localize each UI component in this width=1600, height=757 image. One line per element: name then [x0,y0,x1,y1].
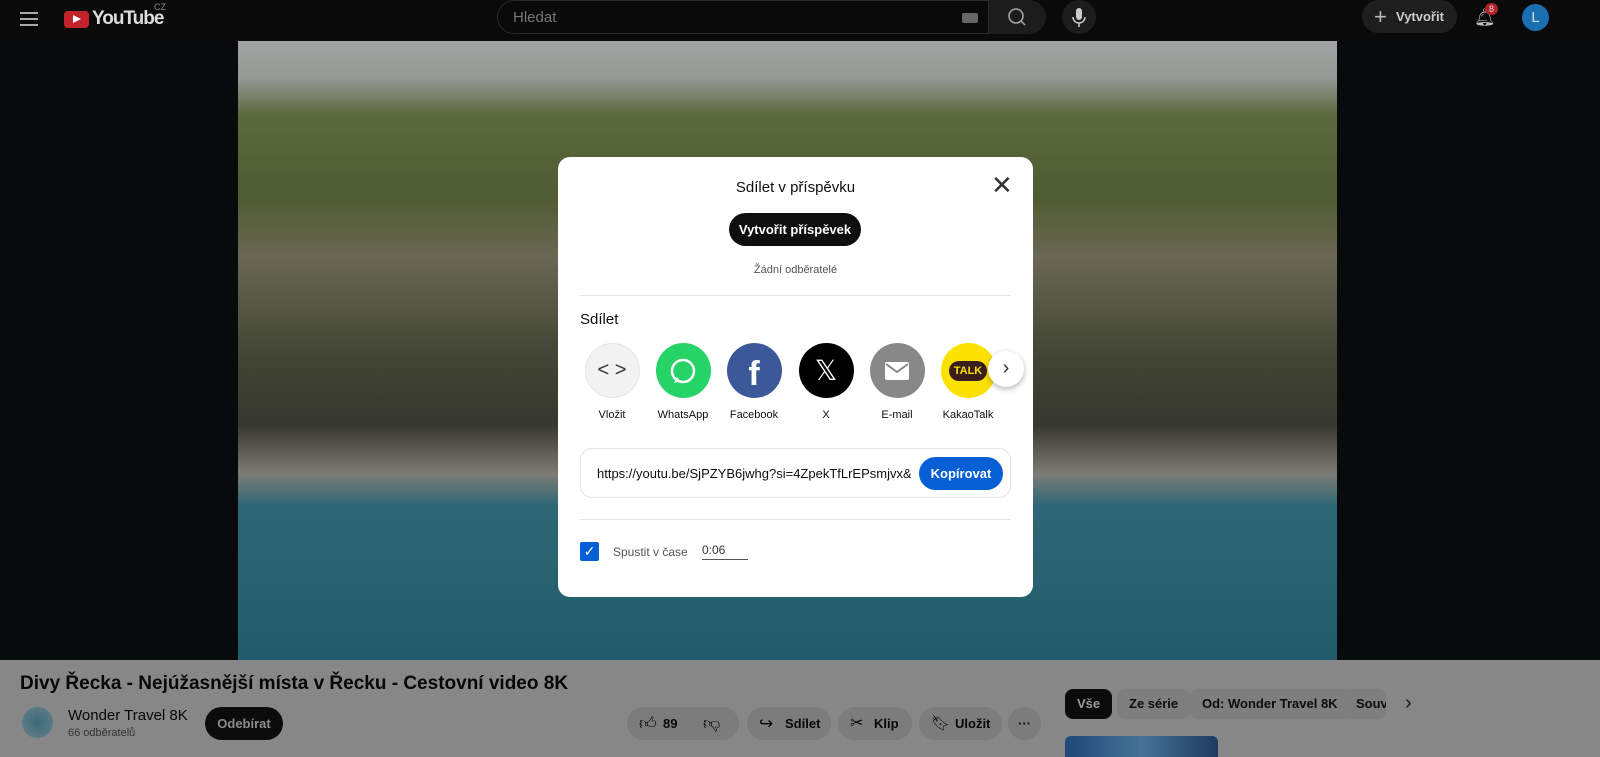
share-label: KakaoTalk [942,409,994,421]
logo-text: YouTube [92,8,164,29]
next-arrow-icon[interactable]: › [988,351,1024,387]
divider [580,519,1011,520]
x-icon: 𝕏 [798,343,854,398]
create-label: Vytvořit [1396,9,1444,24]
search-button[interactable] [989,0,1046,34]
youtube-logo[interactable]: YouTube [64,8,164,30]
keyboard-icon[interactable] [962,13,978,23]
share-whatsapp[interactable]: WhatsApp [653,343,713,421]
create-post-button[interactable]: Vytvořit příspěvek [729,213,861,246]
whatsapp-icon [655,343,711,398]
search-icon [1008,8,1026,26]
share-embed[interactable]: < > Vložit [582,343,642,421]
email-icon [869,343,925,398]
top-bar: YouTube CZ Hledat + Vytvořit 🔔︎ 8 L [0,0,1600,41]
divider [580,295,1011,296]
share-kakaotalk[interactable]: TALK KakaoTalk [938,343,998,421]
share-heading: Sdílet [580,311,619,328]
menu-icon[interactable] [20,12,38,26]
start-at-time-input[interactable]: 0:06 [702,543,748,560]
share-label: X [822,409,830,421]
dialog-title: Sdílet v příspěvku [735,179,856,196]
copy-button[interactable]: Kopírovat [919,457,1003,490]
create-button[interactable]: + Vytvořit [1362,0,1457,33]
notification-badge: 8 [1485,3,1499,15]
voice-search-button[interactable] [1062,0,1096,34]
share-url-box: https://youtu.be/SjPZYB6jwhg?si=4ZpekTfL… [580,448,1011,498]
share-label: WhatsApp [657,409,709,421]
share-dialog: Sdílet v příspěvku ✕ Vytvořit příspěvek … [558,157,1033,597]
start-at-checkbox[interactable]: ✓ [580,542,599,561]
avatar[interactable]: L [1522,4,1549,31]
share-email[interactable]: E-mail [867,343,927,421]
country-code: CZ [154,2,166,12]
facebook-icon: f [726,343,782,398]
start-at-label: Spustit v čase [613,545,688,559]
share-facebook[interactable]: f Facebook [724,343,784,421]
plus-icon: + [1374,4,1387,29]
share-x[interactable]: 𝕏X [796,343,856,421]
search-input[interactable]: Hledat [497,0,989,34]
share-label: Vložit [598,409,626,421]
share-label: E-mail [881,409,913,421]
share-url-field[interactable]: https://youtu.be/SjPZYB6jwhg?si=4ZpekTfL… [597,466,911,481]
youtube-play-icon [64,10,89,28]
share-label: Facebook [729,409,779,421]
embed-icon: < > [584,343,640,398]
microphone-icon [1072,8,1086,27]
close-icon[interactable]: ✕ [991,172,1013,198]
no-subscribers-text: Žádní odběratelé [753,264,838,276]
